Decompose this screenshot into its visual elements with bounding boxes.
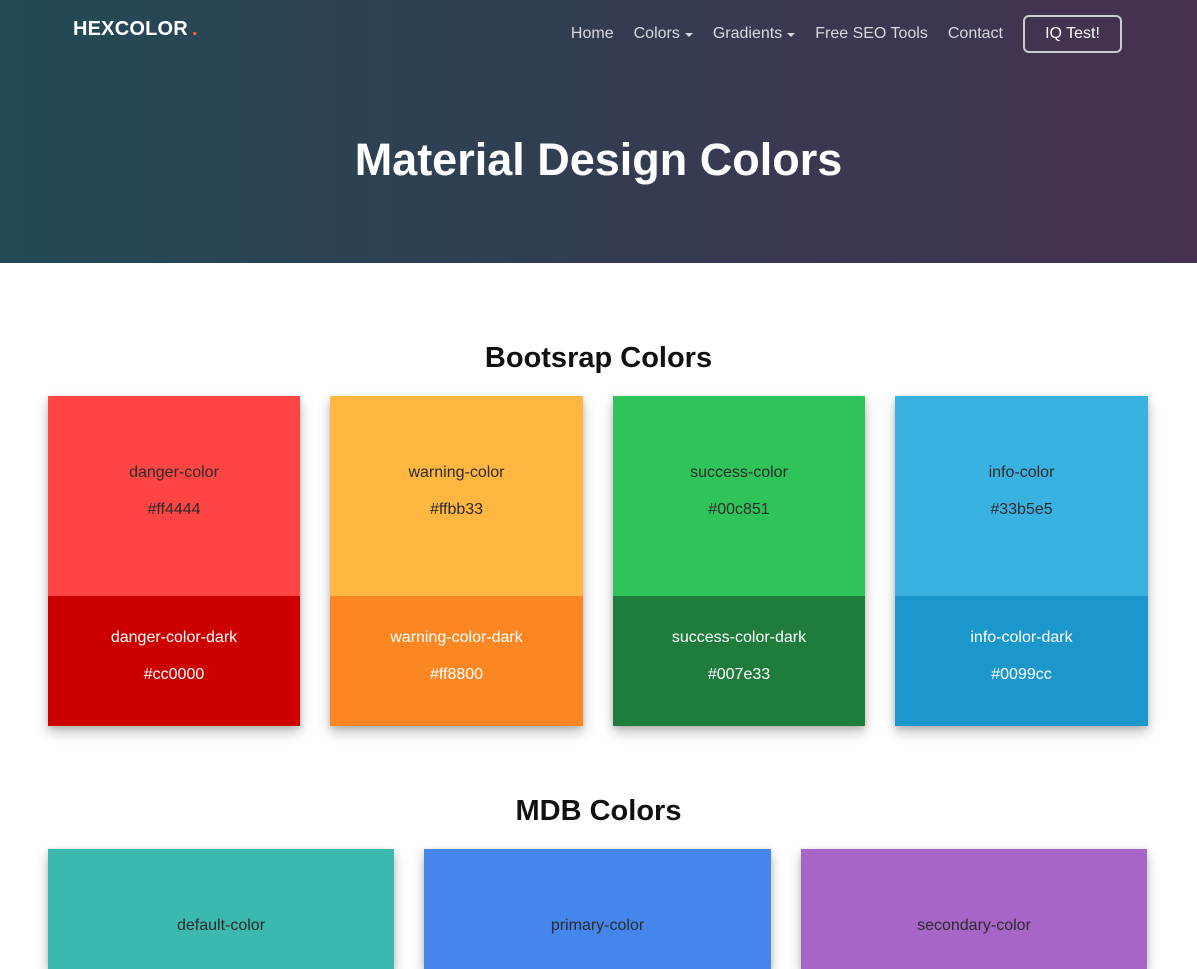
swatch-hex: #ff8800 xyxy=(429,666,484,683)
swatch-name: info-color-dark xyxy=(970,629,1073,646)
swatch-name: default-color xyxy=(176,917,266,934)
brand-text: HEXCOLOR xyxy=(73,18,188,40)
color-card-warning[interactable]: warning-color #ffbb33 warning-color-dark… xyxy=(330,396,583,726)
swatch-dark[interactable]: danger-color-dark #cc0000 xyxy=(48,596,300,726)
swatch-hex: #00c851 xyxy=(708,501,770,518)
nav-colors[interactable]: Colors xyxy=(634,25,693,43)
swatch-name: danger-color-dark xyxy=(110,629,238,646)
swatch-name: warning-color xyxy=(408,464,505,481)
swatch-hex: #cc0000 xyxy=(143,666,205,683)
nav-gradients[interactable]: Gradients xyxy=(712,25,796,43)
swatch-name: success-color xyxy=(690,464,788,481)
color-card-default[interactable]: default-color xyxy=(48,849,394,969)
swatch-hex: #007e33 xyxy=(707,666,771,683)
section-title-bootstrap: Bootsrap Colors xyxy=(484,342,713,374)
brand-logo[interactable]: HEXCOLOR. xyxy=(73,18,198,41)
swatch-name: danger-color xyxy=(129,464,219,481)
nav-home[interactable]: Home xyxy=(571,25,614,43)
swatch-light[interactable]: info-color #33b5e5 xyxy=(895,396,1148,596)
color-card-secondary[interactable]: secondary-color xyxy=(801,849,1147,969)
swatch-hex: #0099cc xyxy=(991,666,1052,683)
section-title-mdb: MDB Colors xyxy=(515,795,682,827)
nav-contact[interactable]: Contact xyxy=(948,25,1003,43)
swatch-light[interactable]: danger-color #ff4444 xyxy=(48,396,300,596)
color-card-primary[interactable]: primary-color xyxy=(424,849,771,969)
nav-free-seo-tools-label: Free SEO Tools xyxy=(815,25,928,42)
color-card-info[interactable]: info-color #33b5e5 info-color-dark #0099… xyxy=(895,396,1148,726)
swatch-hex: #ffbb33 xyxy=(429,501,484,518)
swatch-dark[interactable]: success-color-dark #007e33 xyxy=(613,596,865,726)
swatch-name: success-color-dark xyxy=(671,629,807,646)
brand-dot: . xyxy=(191,18,198,40)
swatch-hex: #33b5e5 xyxy=(990,501,1053,518)
swatch-dark[interactable]: info-color-dark #0099cc xyxy=(895,596,1148,726)
main-nav: Home Colors Gradients Free SEO Tools Con… xyxy=(571,15,1122,53)
swatch-hex: #ff4444 xyxy=(147,501,201,518)
swatch-light[interactable]: warning-color #ffbb33 xyxy=(330,396,583,596)
page-title: Material Design Colors xyxy=(354,134,843,185)
swatch-name: info-color xyxy=(988,464,1055,481)
nav-contact-label: Contact xyxy=(947,25,1003,42)
swatch-name: warning-color-dark xyxy=(390,629,523,646)
nav-gradients-label: Gradients xyxy=(712,25,783,42)
swatch-name: primary-color xyxy=(550,917,645,934)
color-card-danger[interactable]: danger-color #ff4444 danger-color-dark #… xyxy=(48,396,300,726)
iq-test-button[interactable]: IQ Test! xyxy=(1023,15,1122,53)
caret-down-icon xyxy=(787,33,796,37)
swatch-name: secondary-color xyxy=(917,917,1031,934)
nav-home-label: Home xyxy=(570,25,614,42)
nav-free-seo-tools[interactable]: Free SEO Tools xyxy=(815,25,928,43)
caret-down-icon xyxy=(684,33,693,37)
hero-header: HEXCOLOR. Home Colors Gradients Free SEO… xyxy=(0,0,1197,263)
nav-colors-label: Colors xyxy=(633,25,680,42)
color-card-success[interactable]: success-color #00c851 success-color-dark… xyxy=(613,396,865,726)
swatch-dark[interactable]: warning-color-dark #ff8800 xyxy=(330,596,583,726)
swatch-light[interactable]: success-color #00c851 xyxy=(613,396,865,596)
